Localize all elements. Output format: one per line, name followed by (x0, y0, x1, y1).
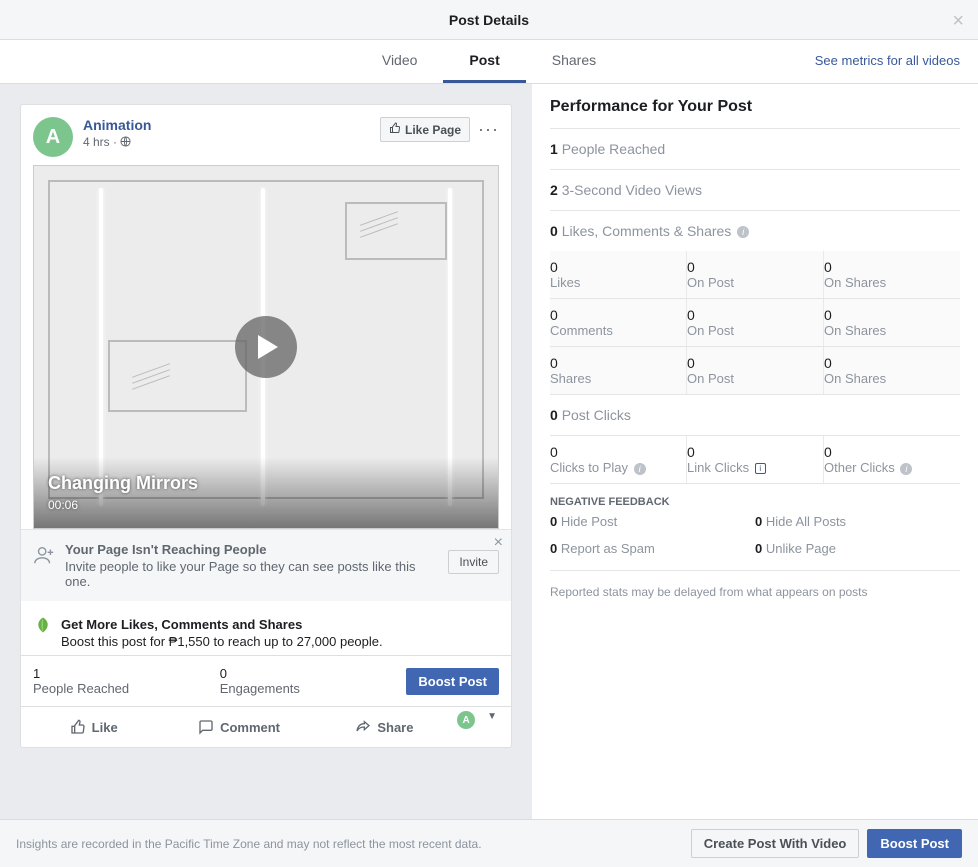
video-title: Changing Mirrors (48, 473, 484, 494)
tab-video[interactable]: Video (356, 40, 444, 83)
like-button[interactable]: Like (21, 711, 166, 743)
like-page-button[interactable]: Like Page (380, 117, 470, 142)
person-add-icon (33, 544, 55, 589)
footer-note: Insights are recorded in the Pacific Tim… (16, 837, 691, 851)
share-as-avatar[interactable]: A (457, 711, 475, 729)
modal-title: Post Details (449, 12, 529, 28)
stats-disclaimer: Reported stats may be delayed from what … (550, 570, 960, 613)
close-icon[interactable]: × (952, 10, 964, 33)
breakdown-comments: 0Comments 0On Post 0On Shares (550, 299, 960, 347)
metric-post-clicks: 0 Post Clicks (550, 395, 960, 435)
post-time[interactable]: 4 hrs (83, 135, 110, 149)
footer-bar: Insights are recorded in the Pacific Tim… (0, 819, 978, 867)
negative-feedback-grid: 0 Hide Post 0 Hide All Posts 0 Report as… (550, 508, 960, 562)
metrics-link[interactable]: See metrics for all videos (815, 53, 960, 68)
thumb-icon (389, 122, 401, 137)
reach-title: Your Page Isn't Reaching People (65, 542, 438, 557)
video-overlay: Changing Mirrors 00:06 (34, 457, 498, 528)
info-icon[interactable]: i (755, 463, 766, 474)
share-icon (355, 719, 371, 735)
chevron-down-icon[interactable]: ▼ (487, 711, 497, 743)
thumb-icon (70, 719, 86, 735)
stats-row: 1 People Reached 0 Engagements Boost Pos… (21, 655, 511, 706)
create-post-button[interactable]: Create Post With Video (691, 829, 860, 858)
post-header: A Animation 4 hrs · (21, 105, 511, 165)
share-button[interactable]: Share (312, 711, 457, 743)
post-meta: 4 hrs · (83, 135, 151, 150)
info-icon[interactable]: i (737, 226, 749, 238)
metric-people-reached: 1 People Reached (550, 129, 960, 170)
video-thumbnail[interactable]: Changing Mirrors 00:06 (33, 165, 499, 529)
info-icon[interactable]: i (634, 463, 646, 475)
people-reached-label: People Reached (33, 681, 220, 696)
tabs: Video Post Shares See metrics for all vi… (0, 40, 978, 84)
breakdown-likes: 0Likes 0On Post 0On Shares (550, 251, 960, 299)
video-duration: 00:06 (48, 498, 484, 512)
reach-sub: Invite people to like your Page so they … (65, 559, 438, 589)
modal-header: Post Details × (0, 0, 978, 40)
metric-reactions: 0 Likes, Comments & Shares i (550, 211, 960, 251)
negative-feedback-header: NEGATIVE FEEDBACK (550, 484, 960, 508)
play-icon[interactable] (235, 316, 297, 378)
engagements-label: Engagements (220, 681, 407, 696)
invite-button[interactable]: Invite (448, 550, 499, 574)
boost-post-button[interactable]: Boost Post (406, 668, 499, 695)
globe-icon[interactable] (120, 136, 131, 150)
metric-video-views: 2 3-Second Video Views (550, 170, 960, 211)
info-icon[interactable]: i (900, 463, 912, 475)
tab-post[interactable]: Post (443, 40, 525, 83)
performance-panel: Performance for Your Post 1 People Reach… (532, 84, 978, 819)
reach-prompt: × Your Page Isn't Reaching People Invite… (21, 529, 511, 601)
action-row: Like Comment Share A ▼ (21, 706, 511, 747)
breakdown-shares: 0Shares 0On Post 0On Shares (550, 347, 960, 395)
breakdown-clicks: 0 Clicks to Play i 0 Link Clicks i 0 Oth… (550, 435, 960, 484)
comment-button[interactable]: Comment (166, 711, 311, 743)
tab-shares[interactable]: Shares (526, 40, 622, 83)
leaf-icon (33, 615, 53, 649)
boost-post-button[interactable]: Boost Post (867, 829, 962, 858)
author-name[interactable]: Animation (83, 117, 151, 133)
post-menu-icon[interactable]: ··· (478, 119, 499, 140)
people-reached-val: 1 (33, 666, 220, 681)
comment-icon (198, 719, 214, 735)
page-avatar[interactable]: A (33, 117, 73, 157)
post-card: A Animation 4 hrs · (20, 104, 512, 748)
performance-title: Performance for Your Post (550, 98, 960, 129)
close-icon[interactable]: × (494, 534, 503, 552)
engagements-val: 0 (220, 666, 407, 681)
boost-prompt: Get More Likes, Comments and Shares Boos… (21, 601, 511, 655)
boost-title: Get More Likes, Comments and Shares (61, 617, 383, 632)
boost-sub: Boost this post for ₱1,550 to reach up t… (61, 634, 383, 649)
